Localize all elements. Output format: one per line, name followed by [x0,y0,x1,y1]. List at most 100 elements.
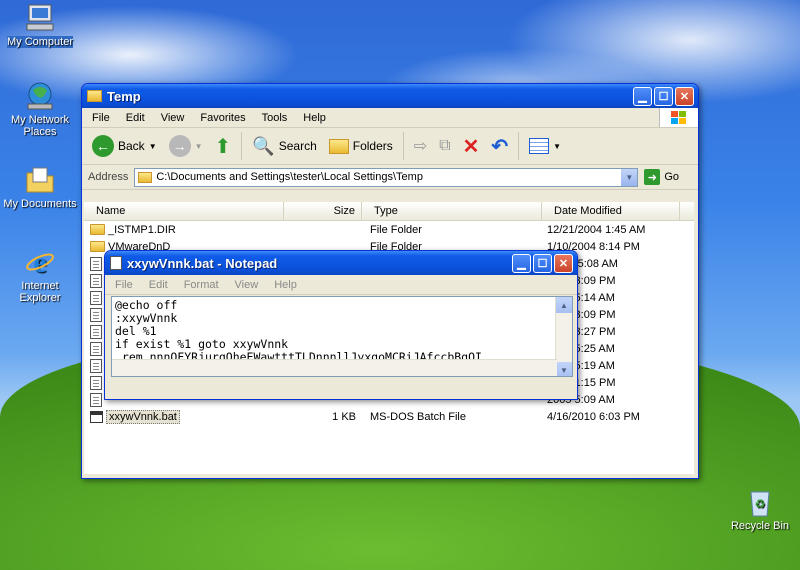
notepad-window: xxywVnnk.bat - Notepad ▁ ☐ ✕ File Edit F… [104,250,578,400]
file-icon [90,341,102,356]
minimize-icon: ▁ [638,90,647,103]
window-title: Temp [107,88,141,104]
cell-size: 1 KB [332,410,356,423]
folders-label: Folders [352,139,393,153]
undo-icon: ↶ [491,135,509,158]
notepad-icon [110,256,122,270]
menu-help[interactable]: Help [268,279,303,291]
views-button[interactable]: ▼ [525,136,565,156]
address-label: Address [88,171,129,183]
notepad-text-area[interactable]: @echo off :xxywVnnk del %1 if exist %1 g… [111,296,573,377]
network-icon [23,80,57,112]
forward-arrow-icon: → [168,135,191,157]
desktop-icon-label: Internet Explorer [19,280,61,304]
search-icon: 🔍 [252,135,275,156]
undo-button[interactable]: ↶ [487,132,512,161]
copy-to-button[interactable]: ⧉ [435,135,454,157]
minimize-button[interactable]: ▁ [512,253,531,273]
close-button[interactable]: ✕ [675,86,694,106]
menu-edit[interactable]: Edit [120,112,151,124]
delete-button[interactable]: ✕ [459,132,484,161]
maximize-button[interactable]: ☐ [654,86,673,106]
close-button[interactable]: ✕ [554,253,573,273]
explorer-titlebar[interactable]: Temp ▁ ☐ ✕ [82,84,698,108]
up-folder-icon: ⬆ [214,135,232,158]
menu-help[interactable]: Help [297,112,332,124]
column-header-size[interactable]: Size [284,202,362,220]
menu-view[interactable]: View [229,279,265,291]
address-input[interactable]: C:\Documents and Settings\tester\Local S… [134,167,639,187]
scroll-down-icon[interactable]: ▼ [556,362,572,376]
file-icon [90,392,102,407]
desktop-icon-internet-explorer[interactable]: e Internet Explorer [2,246,78,304]
move-to-button[interactable]: ⇨ [410,134,431,158]
desktop-icon-my-network-places[interactable]: My Network Places [2,80,78,138]
desktop-icon-my-documents[interactable]: My Documents [2,164,78,210]
desktop-icon-label: My Network Places [10,114,70,138]
go-arrow-icon: ➜ [644,169,661,185]
folders-icon [328,138,349,154]
file-icon [90,290,102,305]
go-button[interactable]: ➜ Go [644,169,679,185]
menu-file[interactable]: File [86,112,116,124]
file-name: xxywVnnk.bat [106,409,180,424]
close-icon: ✕ [558,257,569,270]
horizontal-scrollbar[interactable] [112,359,557,376]
recycle-bin-icon: ♻ [743,486,777,518]
forward-button[interactable]: → ▼ [165,133,207,159]
file-icon [90,324,102,339]
cell-date: 4/16/2010 6:03 PM [547,410,640,423]
bat-icon [90,410,103,423]
explorer-toolbar: ← Back ▼ → ▼ ⬆ 🔍 Search Folders ⇨ ⧉ ✕ ↶ … [82,128,698,165]
documents-folder-icon [23,164,57,196]
toolbar-separator [402,132,404,160]
folder-icon [90,241,105,252]
address-dropdown-button[interactable]: ▼ [621,168,638,186]
menu-edit[interactable]: Edit [143,279,174,291]
menu-tools[interactable]: Tools [256,112,294,124]
cell-name: _ISTMP1.DIR [84,224,284,236]
maximize-button[interactable]: ☐ [533,253,552,273]
svg-text:e: e [33,246,46,278]
internet-explorer-icon: e [23,246,57,278]
menu-file[interactable]: File [109,279,139,291]
maximize-icon: ☐ [658,90,669,103]
scroll-up-icon[interactable]: ▲ [556,297,572,313]
copy-to-icon: ⧉ [439,137,451,154]
notepad-menubar: File Edit Format View Help [105,275,577,295]
desktop-icon-my-computer[interactable]: My Computer [2,2,78,48]
desktop-icon-recycle-bin[interactable]: ♻ Recycle Bin [722,486,798,532]
table-row[interactable]: _ISTMP1.DIR File Folder 12/21/2004 1:45 AM [84,221,694,238]
column-header-date[interactable]: Date Modified [542,202,680,220]
column-header-name[interactable]: Name [84,202,284,220]
file-icon [90,375,102,390]
back-button[interactable]: ← Back ▼ [88,133,161,159]
toolbar-separator [518,132,520,160]
explorer-menubar: File Edit View Favorites Tools Help [82,108,698,128]
search-label: Search [278,139,317,153]
notepad-content: @echo off :xxywVnnk del %1 if exist %1 g… [115,298,482,364]
chevron-down-icon: ▼ [148,141,157,151]
cell-name: xxywVnnk.bat [84,409,284,424]
maximize-icon: ☐ [537,257,548,270]
folder-icon [87,90,102,102]
desktop-icon-label: Recycle Bin [730,520,790,532]
minimize-button[interactable]: ▁ [633,86,652,106]
svg-text:♻: ♻ [755,497,766,511]
back-arrow-icon: ← [92,135,114,157]
table-row[interactable]: xxywVnnk.bat 1 KB MS-DOS Batch File 4/16/20… [84,408,694,425]
folders-button[interactable]: Folders [325,137,397,156]
search-button[interactable]: 🔍 Search [248,134,320,159]
folder-icon [138,171,153,183]
vertical-scrollbar[interactable]: ▲ ▼ [555,297,572,376]
menu-format[interactable]: Format [178,279,225,291]
window-title: xxywVnnk.bat - Notepad [127,255,278,271]
up-folder-button[interactable]: ⬆ [211,132,236,161]
address-value: C:\Documents and Settings\tester\Local S… [156,171,423,183]
file-icon [90,256,102,271]
menu-view[interactable]: View [155,112,191,124]
notepad-titlebar[interactable]: xxywVnnk.bat - Notepad ▁ ☐ ✕ [105,251,577,275]
menu-favorites[interactable]: Favorites [194,112,251,124]
cell-type: MS-DOS Batch File [370,410,466,423]
column-header-type[interactable]: Type [362,202,542,220]
